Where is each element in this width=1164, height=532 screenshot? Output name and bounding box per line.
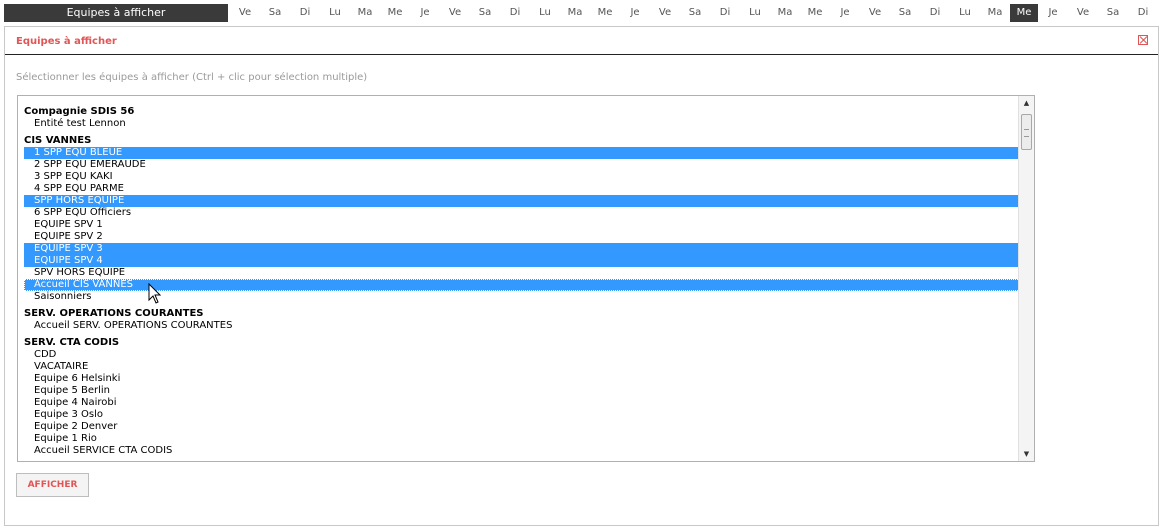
day-cell[interactable]: Me xyxy=(590,4,620,22)
team-option[interactable]: 1 SPP EQU BLEUE xyxy=(24,147,1020,159)
day-cell[interactable]: Me xyxy=(380,4,410,22)
team-option[interactable]: EQUIPE SPV 2 xyxy=(24,231,1020,243)
option-group-label: SERV. OPERATIONS COURANTES xyxy=(24,308,204,319)
day-cell[interactable]: Ve xyxy=(440,4,470,22)
team-option[interactable]: Accueil SERVICE CTA CODIS xyxy=(24,445,1020,457)
day-cell[interactable]: Ve xyxy=(860,4,890,22)
option-group-label: CIS VANNES xyxy=(24,135,92,146)
team-option[interactable]: SPV HORS EQUIPE xyxy=(24,267,1020,279)
day-cell[interactable]: Me xyxy=(800,4,830,22)
day-cell[interactable]: Ve xyxy=(650,4,680,22)
day-cell[interactable]: Lu xyxy=(950,4,980,22)
dialog-header: Equipes à afficher xyxy=(5,27,1158,55)
day-cell[interactable]: Di xyxy=(1128,4,1158,22)
day-cell[interactable]: Ma xyxy=(770,4,800,22)
teams-dialog: Equipes à afficher Sélectionner les équi… xyxy=(4,26,1159,526)
team-option[interactable]: Equipe 3 Oslo xyxy=(24,409,1020,421)
day-cell[interactable]: Ma xyxy=(560,4,590,22)
team-option[interactable]: Entité test Lennon xyxy=(24,118,1020,130)
day-cell[interactable]: Sa xyxy=(680,4,710,22)
day-cell[interactable]: Di xyxy=(710,4,740,22)
team-option[interactable]: Equipe 4 Nairobi xyxy=(24,397,1020,409)
day-strip: Ve Sa Di Lu Ma Me Je Ve Sa Di Lu Ma Me Je Ve Sa Di Lu Ma Me… xyxy=(230,4,1158,22)
team-option[interactable]: Saisonniers xyxy=(24,291,1020,303)
dialog-title: Equipes à afficher xyxy=(16,36,117,47)
day-cell[interactable]: Ve xyxy=(230,4,260,22)
topbar-title[interactable]: Equipes à afficher xyxy=(4,4,228,22)
day-cell[interactable]: Sa xyxy=(470,4,500,22)
team-option[interactable]: 3 SPP EQU KAKI xyxy=(24,171,1020,183)
day-cell[interactable]: Lu xyxy=(530,4,560,22)
team-option[interactable]: Equipe 6 Helsinki xyxy=(24,373,1020,385)
team-option[interactable]: EQUIPE SPV 4 xyxy=(24,255,1020,267)
day-cell[interactable]: Ma xyxy=(350,4,380,22)
day-cell[interactable]: Lu xyxy=(740,4,770,22)
day-cell[interactable]: Je xyxy=(410,4,440,22)
teams-options: Compagnie SDIS 56 Entité test Lennon CIS V… xyxy=(24,106,1020,457)
team-option[interactable]: Equipe 1 Rio xyxy=(24,433,1020,445)
show-teams-button[interactable]: AFFICHER xyxy=(16,473,89,497)
team-option[interactable]: EQUIPE SPV 3 xyxy=(24,243,1020,255)
teams-multiselect[interactable]: Compagnie SDIS 56 Entité test Lennon CIS V… xyxy=(17,95,1035,462)
day-cell[interactable]: Je xyxy=(620,4,650,22)
option-group-label: SERV. CTA CODIS xyxy=(24,337,120,348)
team-option[interactable]: Equipe 5 Berlin xyxy=(24,385,1020,397)
close-icon[interactable] xyxy=(1138,35,1148,45)
day-cell[interactable]: Di xyxy=(290,4,320,22)
triangle-down-icon[interactable]: ▼ xyxy=(1019,447,1034,461)
day-cell[interactable]: Je xyxy=(1038,4,1068,22)
team-option[interactable]: VACATAIRE xyxy=(24,361,1020,373)
team-option[interactable]: Accueil SERV. OPERATIONS COURANTES xyxy=(24,320,1020,332)
team-option[interactable]: 2 SPP EQU EMERAUDE xyxy=(24,159,1020,171)
mouse-pointer-icon xyxy=(148,283,162,304)
top-bar: Equipes à afficher Ve Sa Di Lu Ma Me Je Ve Sa Di L… xyxy=(0,0,1164,24)
day-cell[interactable]: Sa xyxy=(890,4,920,22)
team-option[interactable]: Equipe 2 Denver xyxy=(24,421,1020,433)
day-cell[interactable]: Di xyxy=(920,4,950,22)
day-cell[interactable]: Je xyxy=(830,4,860,22)
triangle-up-icon[interactable]: ▲ xyxy=(1019,96,1034,110)
team-option[interactable]: CDD xyxy=(24,349,1020,361)
team-option[interactable]: 4 SPP EQU PARME xyxy=(24,183,1020,195)
team-option[interactable]: 6 SPP EQU Officiers xyxy=(24,207,1020,219)
option-group-label: Compagnie SDIS 56 xyxy=(24,106,135,117)
day-cell[interactable]: Sa xyxy=(260,4,290,22)
day-cell[interactable]: Di xyxy=(500,4,530,22)
team-option[interactable]: Accueil CIS VANNES xyxy=(24,279,1020,291)
team-option[interactable]: EQUIPE SPV 1 xyxy=(24,219,1020,231)
scrollbar-thumb[interactable] xyxy=(1021,114,1032,150)
team-option[interactable]: SPP HORS EQUIPE xyxy=(24,195,1020,207)
instruction-text: Sélectionner les équipes à afficher (Ctr… xyxy=(16,72,368,83)
day-cell[interactable]: Sa xyxy=(1098,4,1128,22)
day-cell[interactable]: Ve xyxy=(1068,4,1098,22)
day-cell[interactable]: Ma xyxy=(980,4,1010,22)
day-cell[interactable]: Lu xyxy=(320,4,350,22)
day-cell[interactable]: Me xyxy=(1010,4,1038,22)
listbox-scrollbar[interactable]: ▲ ▼ xyxy=(1018,96,1034,461)
